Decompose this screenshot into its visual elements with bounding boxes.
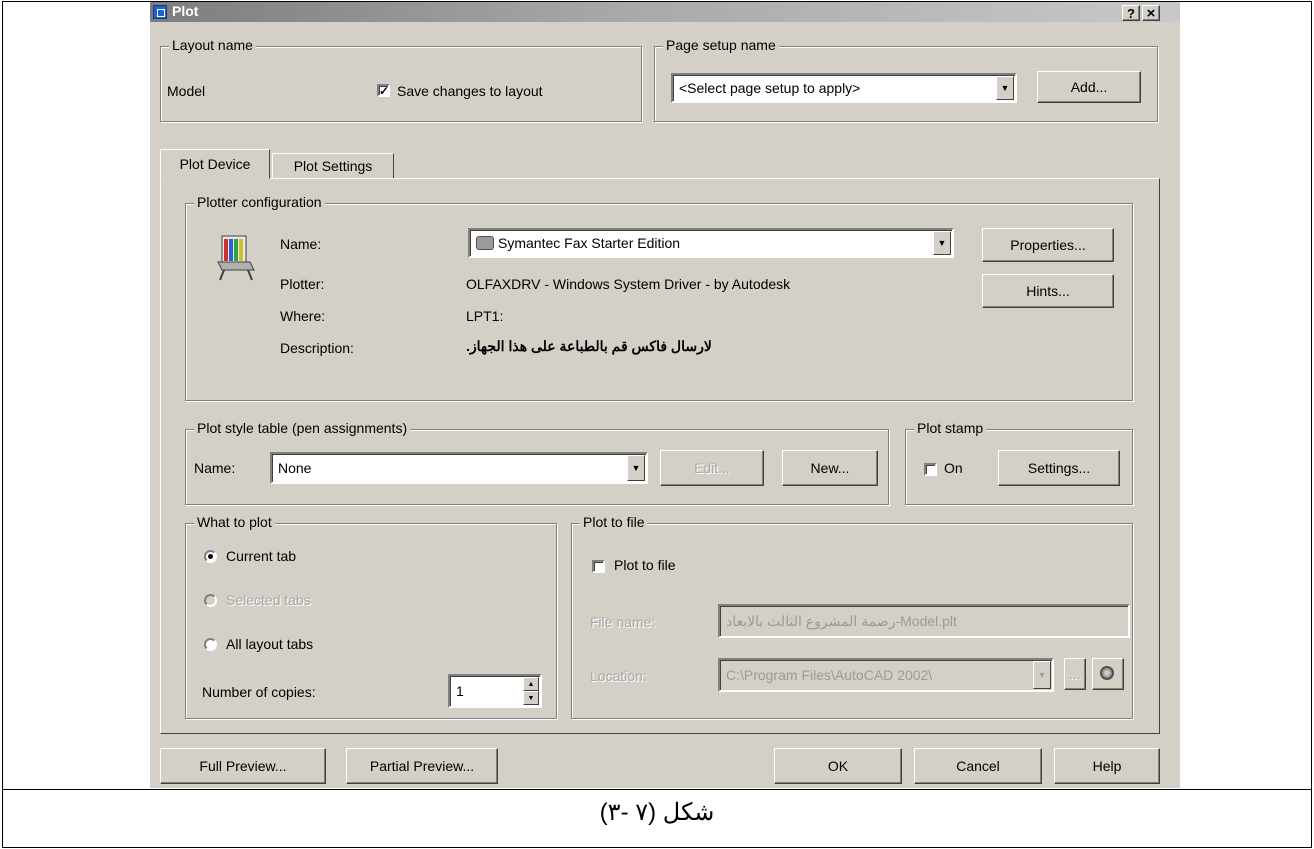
full-preview-button[interactable]: Full Preview... [160,748,326,784]
file-name-label: File name: [590,614,656,630]
page-setup-group: Page setup name <Select page setup to ap… [654,37,1158,122]
description-label: Description: [280,340,354,356]
cancel-button[interactable]: Cancel [914,748,1042,784]
plot-style-name-label: Name: [194,460,236,476]
browse-button: ... [1064,658,1086,690]
copies-label: Number of copies: [202,684,316,700]
partial-preview-button[interactable]: Partial Preview... [346,748,498,784]
chevron-down-icon: ▼ [1033,661,1051,689]
plot-to-file-checkbox[interactable] [592,560,605,573]
plot-stamp-on-label[interactable]: On [944,460,963,476]
plot-style-group: Plot style table (pen assignments) Name:… [185,420,889,505]
page-setup-selected: <Select page setup to apply> [679,80,861,96]
current-tab-radio[interactable] [204,550,217,563]
tab-page: Plotter configuration Name: Symantec Fax… [160,178,1160,734]
plot-stamp-on-checkbox[interactable] [924,463,937,476]
plotter-value: OLFAXDRV - Windows System Driver - by Au… [466,276,791,292]
plot-stamp-group: Plot stamp On Settings... [905,420,1133,505]
properties-button[interactable]: Properties... [982,228,1114,262]
selected-tabs-label[interactable]: Selected tabs [226,592,311,608]
edit-button[interactable]: Edit... [660,450,764,486]
window-title: Plot [172,3,199,19]
location-value: C:\Program Files\AutoCAD 2002\ [726,667,933,683]
where-value: LPT1: [466,308,504,324]
location-select: C:\Program Files\AutoCAD 2002\ ▼ [718,658,1054,692]
plot-to-file-group: Plot to file Plot to file File name: رصم… [571,514,1133,719]
file-name-value: رصمة المشروع الثالث بالابعاد-Model.plt [726,612,957,629]
plot-style-legend: Plot style table (pen assignments) [194,420,411,436]
current-tab-label[interactable]: Current tab [226,548,296,564]
printer-icon [476,236,494,250]
close-icon[interactable]: × [1142,5,1160,22]
chevron-down-icon[interactable]: ▼ [996,76,1014,100]
chevron-down-icon[interactable]: ▼ [627,455,645,481]
page-setup-legend: Page setup name [663,37,779,53]
help-button[interactable]: Help [1054,748,1160,784]
spin-down-icon[interactable]: ▼ [523,691,539,705]
layout-name-group: Layout name Model ✓ Save changes to layo… [160,37,642,122]
caption-divider [2,789,1312,790]
save-changes-checkbox[interactable]: ✓ [377,84,390,97]
plot-to-file-legend: Plot to file [580,514,648,530]
plotter-label: Plotter: [280,276,325,292]
copies-stepper[interactable]: 1 ▲ ▼ [448,674,542,708]
plot-stamp-legend: Plot stamp [914,420,987,436]
description-value: لارسال فاكس قم بالطباعة على هذا الجهاز. [466,338,712,354]
location-label: Location: [590,668,647,684]
save-changes-label[interactable]: Save changes to layout [397,83,543,99]
tab-plot-device[interactable]: Plot Device [160,149,270,179]
copies-value: 1 [456,683,464,699]
chevron-down-icon[interactable]: ▼ [933,231,951,255]
selected-tabs-radio[interactable] [204,594,217,607]
all-layout-tabs-radio[interactable] [204,638,217,651]
plot-dialog: Plot ? × Layout name Model ✓ Save change… [150,2,1180,788]
layout-name-value: Model [167,83,206,99]
spin-up-icon[interactable]: ▲ [523,677,539,691]
title-bar: Plot ? × [150,2,1180,22]
app-icon [153,5,167,19]
browse-folder-icon[interactable] [1092,658,1124,690]
plot-style-select[interactable]: None ▼ [270,452,648,484]
file-name-field: رصمة المشروع الثالث بالابعاد-Model.plt [718,604,1130,638]
plot-style-value: None [278,460,312,476]
figure-caption: شكل (٧ -٣) [599,799,715,826]
layout-name-legend: Layout name [169,37,256,53]
ok-button[interactable]: OK [774,748,902,784]
all-layout-tabs-label[interactable]: All layout tabs [226,636,313,652]
add-button[interactable]: Add... [1037,71,1141,103]
help-icon[interactable]: ? [1122,5,1140,21]
stamp-settings-button[interactable]: Settings... [998,450,1120,486]
plotter-name-select[interactable]: Symantec Fax Starter Edition ▼ [468,228,954,258]
what-to-plot-group: What to plot Current tab Selected tabs A… [185,514,557,719]
plot-to-file-label[interactable]: Plot to file [614,557,675,573]
plotter-icon [217,235,255,281]
new-button[interactable]: New... [782,450,878,486]
plotter-config-legend: Plotter configuration [194,194,325,210]
plotter-config-group: Plotter configuration Name: Symantec Fax… [185,194,1133,401]
where-label: Where: [280,308,326,324]
page-setup-select[interactable]: <Select page setup to apply> ▼ [671,73,1017,103]
plotter-name-value: Symantec Fax Starter Edition [498,235,681,251]
name-label: Name: [280,236,322,252]
magnifier-icon [1100,666,1114,680]
hints-button[interactable]: Hints... [982,274,1114,308]
what-to-plot-legend: What to plot [194,514,275,530]
tab-plot-settings[interactable]: Plot Settings [272,153,394,179]
